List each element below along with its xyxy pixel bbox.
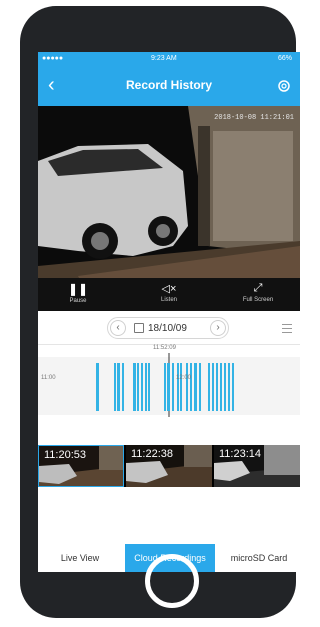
status-time: 9:23 AM [151,55,177,62]
thumbnail-item[interactable]: 11:20:53 [38,445,124,487]
app-screen: ●●●●● 9:23 AM 66% ‹ Record History 2018-… [38,52,300,572]
video-player[interactable]: 2018-10-08 11:21:01 ❚❚ Pause ◁× Listen ⤢… [38,106,300,311]
recording-thumbnails: 11:20:53 11:22:38 11:23:14 [38,445,300,487]
thumbnail-time: 11:22:38 [131,448,174,460]
recording-timeline[interactable]: 11:52:09 11:00 12:00 [38,345,300,445]
listen-label: Listen [160,297,177,303]
thumbnail-item[interactable]: 11:22:38 [126,445,212,487]
home-button[interactable] [145,554,199,608]
timeline-marker-time: 11:52:09 [153,345,176,351]
video-timestamp: 2018-10-08 11:21:01 [214,114,294,122]
menu-icon[interactable] [282,324,292,336]
next-day-button[interactable]: › [210,320,226,336]
thumbnail-item[interactable]: 11:23:14 [214,445,300,487]
fullscreen-button[interactable]: ⤢ Full Screen [228,282,288,303]
page-title: Record History [125,78,213,92]
pause-button[interactable]: ❚❚ Pause [48,282,108,304]
listen-button[interactable]: ◁× Listen [139,282,199,303]
signal-indicator: ●●●●● [42,55,64,62]
pause-label: Pause [69,298,87,304]
playback-controls: ❚❚ Pause ◁× Listen ⤢ Full Screen [38,278,300,311]
settings-icon[interactable] [276,78,292,94]
timeline-hour-label: 12:00 [176,375,192,381]
timeline-track [38,353,300,417]
date-selector-bar: ‹ 18/10/09 › [38,311,300,345]
timeline-hour-label: 11:00 [41,375,56,381]
speaker-mute-icon: ◁× [161,283,177,295]
fullscreen-label: Full Screen [242,297,274,303]
thumbnail-time: 11:23:14 [219,448,262,460]
status-bar: ●●●●● 9:23 AM 66% [38,52,300,66]
calendar-icon [134,323,144,333]
battery-level: 66% [277,55,292,62]
pause-icon: ❚❚ [67,282,89,296]
thumbnail-time: 11:20:53 [44,449,87,461]
tab-microsd-card[interactable]: microSD Card [218,544,300,572]
date-picker[interactable]: ‹ 18/10/09 › [107,317,229,339]
fullscreen-icon: ⤢ [253,282,263,294]
navigation-bar: ‹ Record History [38,66,300,106]
tab-live-view[interactable]: Live View [38,544,122,572]
selected-date: 18/10/09 [148,323,187,334]
previous-day-button[interactable]: ‹ [110,320,126,336]
